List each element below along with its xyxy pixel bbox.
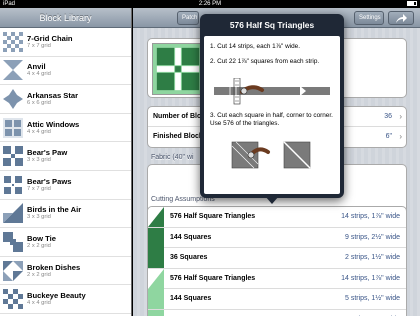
fabric-swatch-icon	[148, 268, 164, 289]
step-3-text: 3. Cut each square in half, corner to co…	[210, 112, 333, 127]
cutting-instructions-popover: 576 Half Sq Triangles 1. Cut 14 strips, …	[200, 14, 344, 198]
battery-icon	[407, 1, 417, 6]
block-thumbnail-icon	[3, 31, 23, 52]
block-list-item[interactable]: Bear's Paw 3 x 3 grid	[0, 142, 131, 171]
cutting-row[interactable]: 144 Squares 5 strips, 1½" wide	[148, 289, 406, 310]
cutting-group: 576 Half Square Triangles 14 strips, 1⅞" …	[147, 206, 407, 316]
block-name: Bow Tie	[27, 233, 56, 243]
block-thumbnail-icon	[3, 60, 23, 81]
fabric-swatch-icon	[148, 207, 164, 227]
cut-label: 144 Squares	[170, 233, 212, 241]
block-name: Broken Dishes	[27, 262, 81, 272]
bears-paws-preview-image[interactable]	[152, 43, 204, 95]
block-library-title: Block Library	[0, 8, 131, 28]
block-list-item[interactable]: Bear's Paws 7 x 7 grid	[0, 171, 131, 200]
block-list-item[interactable]: Anvil 4 x 4 grid	[0, 57, 131, 86]
block-list-item[interactable]: 7-Grid Chain 7 x 7 grid	[0, 28, 131, 57]
share-arrow-icon	[396, 14, 407, 23]
block-name: Birds in the Air	[27, 205, 82, 215]
cut-value: 2 strips, 1½" wide	[344, 254, 400, 261]
triangle-cutting-diagram	[231, 141, 311, 169]
block-grid: 2 x 2 grid	[27, 242, 51, 249]
block-grid: 7 x 7 grid	[27, 185, 51, 192]
block-thumbnail-icon	[3, 117, 23, 138]
step-2-text: 2. Cut 22 1⅞" squares from each strip.	[210, 58, 320, 65]
popover-title: 576 Half Sq Triangles	[229, 20, 315, 30]
fabric-swatch-icon	[148, 248, 164, 268]
block-grid: 6 x 6 grid	[27, 99, 51, 106]
patch-button[interactable]: Patch	[177, 11, 199, 25]
cut-label: 576 Half Square Triangles	[170, 213, 256, 220]
cut-value: 5 strips, 1½" wide	[344, 295, 400, 302]
block-list-item[interactable]: Arkansas Star 6 x 6 grid	[0, 85, 131, 114]
block-list-item[interactable]: Attic Windows 4 x 4 grid	[0, 114, 131, 143]
popover-body: 1. Cut 14 strips, each 1⅞" wide. 2. Cut …	[204, 36, 340, 194]
share-button[interactable]	[388, 11, 414, 25]
block-grid: 3 x 3 grid	[27, 157, 51, 164]
strip-cutting-diagram	[214, 78, 330, 105]
cut-value: 12 strips, 1½" wide	[341, 310, 400, 316]
block-list-item[interactable]: Birds in the Air 3 x 3 grid	[0, 200, 131, 229]
block-list: 7-Grid Chain 7 x 7 grid Anvil 4 x 4 grid Ark…	[0, 28, 131, 314]
fabric-swatch-icon	[148, 227, 164, 248]
step-1-text: 1. Cut 14 strips, each 1⅞" wide.	[210, 43, 301, 50]
block-name: 7-Grid Chain	[27, 33, 73, 43]
block-thumbnail-icon	[3, 231, 23, 252]
fabric-swatch-icon	[148, 289, 164, 309]
block-grid: 4 x 4 grid	[27, 128, 51, 135]
block-grid: 7 x 7 grid	[27, 42, 51, 49]
cut-label: 36 Squares	[170, 254, 208, 261]
block-thumbnail-icon	[3, 260, 23, 281]
status-bar: iPad 2:26 PM	[0, 0, 420, 8]
block-list-item[interactable]: Broken Dishes 2 x 2 grid	[0, 257, 131, 286]
cutting-row[interactable]: 36 Squares 2 strips, 1½" wide	[148, 248, 406, 269]
cutting-row[interactable]: 144 Squares 9 strips, 2½" wide	[148, 227, 406, 248]
cut-label: 144 Rectangles	[170, 310, 221, 316]
block-grid: 3 x 3 grid	[27, 214, 51, 221]
cutting-row[interactable]: 576 Half Square Triangles 14 strips, 1⅞" …	[148, 268, 406, 289]
block-list-item[interactable]: Buckeye Beauty 4 x 4 grid	[0, 285, 131, 314]
chevron-right-icon: ›	[399, 112, 402, 121]
cut-label: 576 Half Square Triangles	[170, 274, 256, 282]
block-name: Bear's Paws	[27, 176, 72, 186]
block-grid: 2 x 2 grid	[27, 271, 51, 278]
cut-value: 14 strips, 1⅞" wide	[341, 213, 400, 220]
block-name: Attic Windows	[27, 119, 80, 129]
cut-label: 144 Squares	[170, 295, 212, 302]
block-thumbnail-icon	[3, 146, 23, 167]
block-name: Arkansas Star	[27, 90, 79, 100]
cut-value: 9 strips, 2½" wide	[344, 233, 400, 241]
block-name: Anvil	[27, 62, 46, 72]
block-thumbnail-icon	[3, 88, 23, 109]
chevron-right-icon: ›	[399, 132, 402, 141]
fabric-section-header: Fabric (40" wi	[151, 154, 194, 161]
block-name: Buckeye Beauty	[27, 291, 86, 301]
block-thumbnail-icon	[3, 289, 23, 310]
settings-button[interactable]: Settings	[354, 11, 384, 25]
block-library-panel: Block Library 7-Grid Chain 7 x 7 grid Anvi…	[0, 8, 132, 316]
block-name: Bear's Paw	[27, 148, 68, 158]
clock: 2:26 PM	[198, 1, 222, 7]
block-grid: 4 x 4 grid	[27, 300, 51, 307]
block-thumbnail-icon	[3, 174, 23, 195]
cutting-row[interactable]: 576 Half Square Triangles 14 strips, 1⅞" …	[148, 207, 406, 228]
block-grid: 4 x 4 grid	[27, 71, 51, 78]
block-list-item[interactable]: Bow Tie 2 x 2 grid	[0, 228, 131, 257]
block-thumbnail-icon	[3, 203, 23, 224]
fabric-swatch-icon	[148, 309, 164, 316]
cutting-row[interactable]: 144 Rectangles 12 strips, 1½" wide	[148, 309, 406, 316]
cut-value: 14 strips, 1⅞" wide	[341, 274, 400, 282]
popover-arrow	[265, 196, 279, 204]
